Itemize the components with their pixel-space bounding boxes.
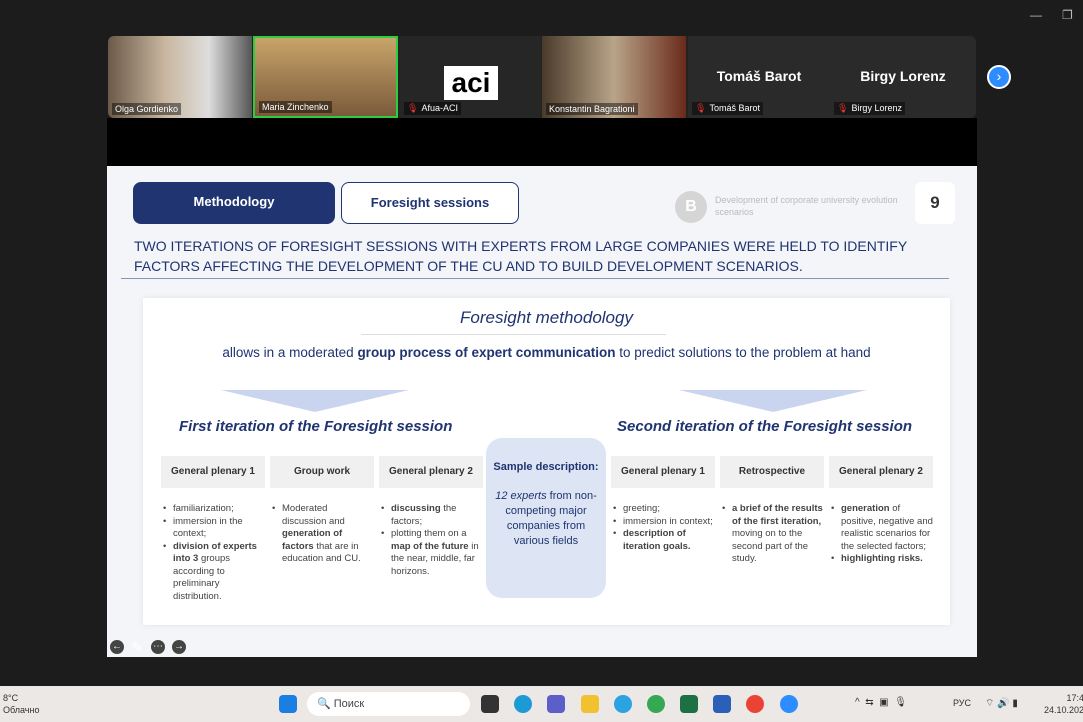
divider	[361, 334, 666, 335]
share-top-band	[107, 118, 977, 166]
list-item: division of experts into 3 groups accord…	[161, 541, 265, 604]
list-item: description of iteration goals.	[611, 528, 715, 553]
mic-muted-icon: 🎙	[837, 103, 849, 113]
clock[interactable]: 17:4 24.10.202	[1044, 692, 1083, 716]
methodology-panel: Foresight methodology allows in a modera…	[143, 298, 950, 625]
pen-icon[interactable]: ✎	[130, 640, 144, 654]
arrow-down-shape	[679, 390, 867, 412]
task-view-icon[interactable]	[481, 695, 499, 713]
taskbar: 8°C Облачно 🔍 Поиск ^ ⇆ ▣ 🎙 РУС ⌔ 🔊 ▮ 17:…	[0, 686, 1083, 722]
stage-list: generation of positive, negative and rea…	[829, 503, 933, 566]
restore-button[interactable]: ❐	[1062, 8, 1073, 22]
mic-muted-icon: 🎙	[407, 103, 419, 113]
divider	[121, 278, 949, 279]
list-item: familiarization;	[161, 503, 265, 516]
stage-box: General plenary 1	[611, 456, 715, 488]
arrow-down-shape	[221, 390, 409, 412]
explorer-icon[interactable]	[581, 695, 599, 713]
participant-tile[interactable]: Tomáš Barot 🎙 Tomáš Barot	[688, 36, 830, 118]
slide-heading: TWO ITERATIONS OF FORESIGHT SESSIONS WIT…	[134, 238, 907, 274]
network-volume-icons[interactable]: ⌔ 🔊 ▮	[985, 697, 1018, 710]
list-item: immersion in the context;	[161, 516, 265, 541]
panel-title: Foresight methodology	[460, 308, 633, 327]
prev-slide-icon[interactable]: ←	[110, 640, 124, 654]
telegram-icon[interactable]	[614, 695, 632, 713]
first-iteration-title: First iteration of the Foresight session	[179, 418, 453, 435]
next-page-button[interactable]: ›	[987, 65, 1011, 89]
weather-widget[interactable]: 8°C Облачно	[3, 692, 39, 716]
participant-tile[interactable]: Birgy Lorenz 🎙 Birgy Lorenz	[830, 36, 976, 118]
zoom-icon[interactable]	[780, 695, 798, 713]
participant-strip: Olga Gordienko Maria Zinchenko aci 🎙 Afua…	[108, 36, 976, 118]
stage-list: a brief of the results of the first iter…	[720, 503, 824, 566]
excel-icon[interactable]	[680, 695, 698, 713]
list-item: plotting them on a map of the future in …	[379, 528, 483, 578]
edge-icon[interactable]	[514, 695, 532, 713]
list-item: Moderated discussion and generation of f…	[270, 503, 374, 566]
header-note: Development of corporate university evol…	[715, 195, 898, 217]
more-icon[interactable]: ⋯	[151, 640, 165, 654]
teams-icon[interactable]	[547, 695, 565, 713]
search-input[interactable]: 🔍 Поиск	[307, 692, 470, 716]
list-item: generation of positive, negative and rea…	[829, 503, 933, 553]
second-iteration-title: Second iteration of the Foresight sessio…	[617, 418, 913, 435]
start-icon[interactable]	[279, 695, 297, 713]
stage-box: General plenary 2	[829, 456, 933, 488]
list-item: discussing the factors;	[379, 503, 483, 528]
aci-logo: aci	[444, 66, 498, 100]
list-item: immersion in context;	[611, 516, 715, 529]
list-item: highlighting risks.	[829, 553, 933, 566]
word-icon[interactable]	[713, 695, 731, 713]
stage-box: Retrospective	[720, 456, 824, 488]
stage-box: Group work	[270, 456, 374, 488]
chrome-icon[interactable]	[647, 695, 665, 713]
stage-box: General plenary 2	[379, 456, 483, 488]
stage-list: discussing the factors;plotting them on …	[379, 503, 483, 578]
participant-tile[interactable]: Olga Gordienko	[108, 36, 252, 118]
stage-box: General plenary 1	[161, 456, 265, 488]
page-number: 9	[915, 182, 955, 224]
next-slide-icon[interactable]: →	[172, 640, 186, 654]
list-item: a brief of the results of the first iter…	[720, 503, 824, 566]
participant-tile-active[interactable]: Maria Zinchenko	[253, 36, 398, 118]
participant-tile[interactable]: aci 🎙 Afua-ACI	[400, 36, 541, 118]
minimize-button[interactable]: —	[1030, 8, 1042, 22]
stage-list: familiarization;immersion in the context…	[161, 503, 265, 603]
language-indicator[interactable]: РУС	[953, 698, 971, 708]
list-item: greeting;	[611, 503, 715, 516]
stage-list: greeting;immersion in context;descriptio…	[611, 503, 715, 553]
shared-slide: Methodology Foresight sessions В Develop…	[107, 166, 977, 657]
panel-subtitle: allows in a moderated group process of e…	[222, 345, 871, 360]
hse-logo: В	[675, 191, 707, 223]
tray-icons[interactable]: ^ ⇆ ▣ 🎙	[855, 697, 907, 708]
participant-tile[interactable]: Konstantin Bagrationi	[542, 36, 686, 118]
tab-methodology: Methodology	[133, 182, 335, 224]
sample-description: Sample description: 12 experts from non-…	[486, 438, 606, 598]
stage-list: Moderated discussion and generation of f…	[270, 503, 374, 566]
mic-muted-icon: 🎙	[695, 103, 707, 113]
tab-foresight-sessions: Foresight sessions	[341, 182, 519, 224]
chrome-icon[interactable]	[746, 695, 764, 713]
